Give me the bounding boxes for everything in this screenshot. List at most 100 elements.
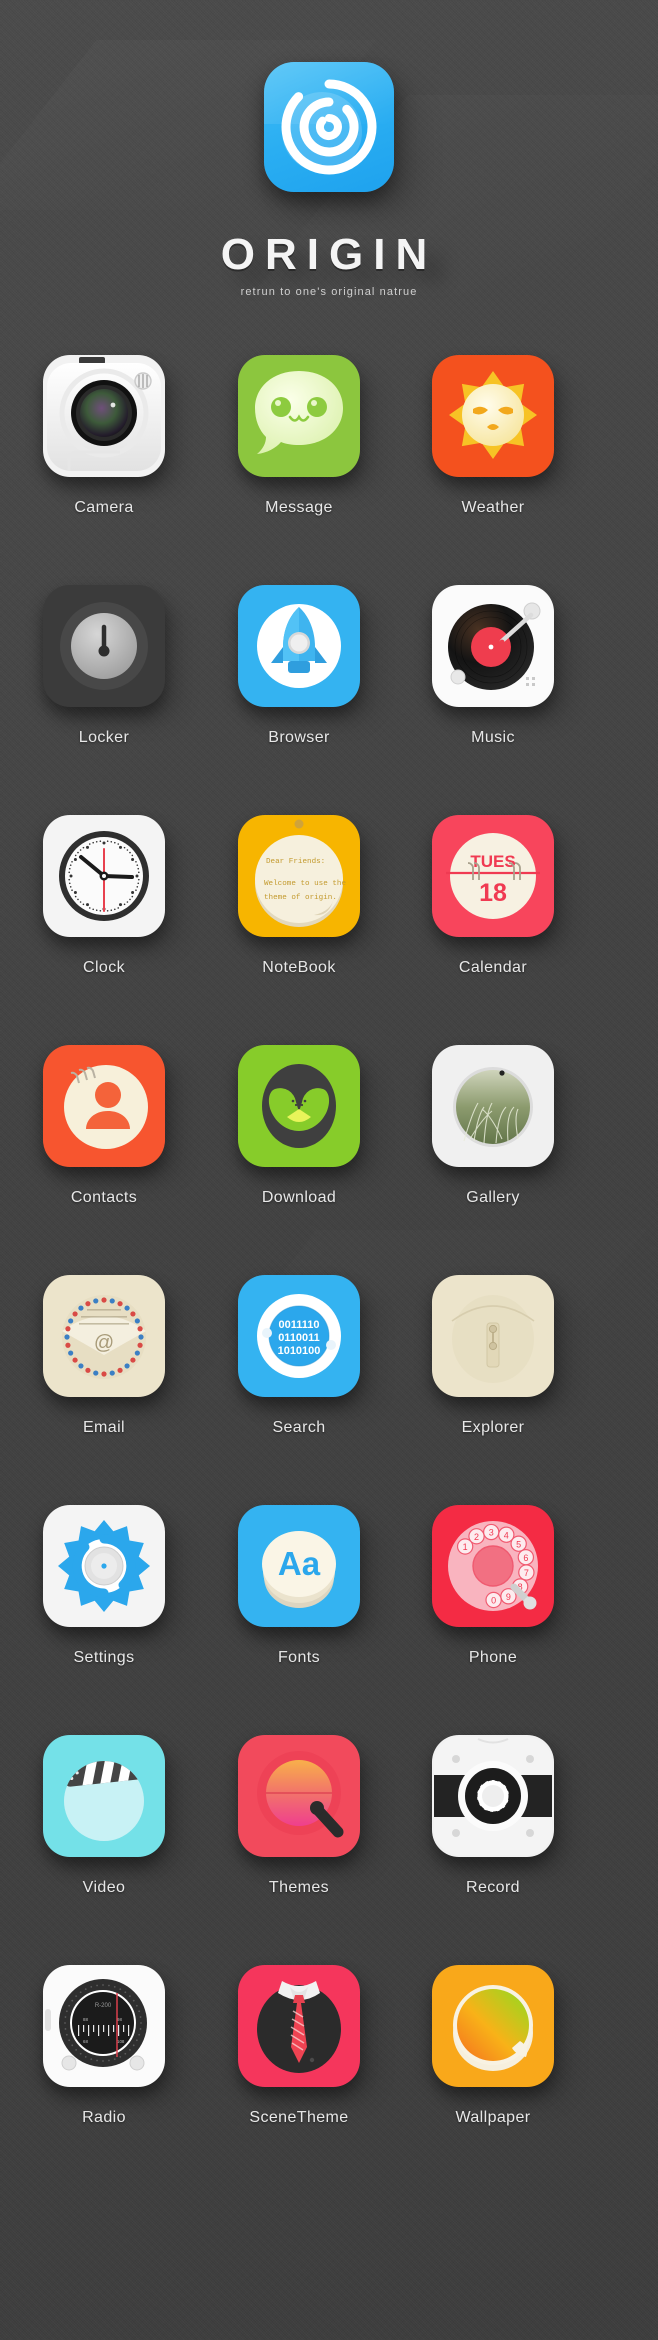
- turntable-icon[interactable]: [432, 585, 554, 707]
- app-label: Record: [466, 1879, 520, 1896]
- fonts-icon[interactable]: Aa: [238, 1505, 360, 1627]
- app-cell: R-200 88 98 68 108 Radio: [14, 1965, 194, 2127]
- app-cell: Locker: [14, 585, 194, 747]
- app-cell: Wallpaper: [403, 1965, 583, 2127]
- svg-text:5: 5: [516, 1539, 521, 1549]
- app-label: SceneTheme: [249, 2109, 349, 2126]
- notebook-icon[interactable]: Dear Friends: Welcome to use the theme o…: [238, 815, 360, 937]
- app-cell: Message: [209, 355, 389, 517]
- airmail-icon[interactable]: @: [43, 1275, 165, 1397]
- svg-text:7: 7: [524, 1568, 529, 1578]
- cassette-icon[interactable]: [432, 1735, 554, 1857]
- app-label: Email: [82, 1419, 125, 1436]
- svg-text:Dear Friends:: Dear Friends:: [266, 858, 325, 866]
- locker-icon[interactable]: [43, 585, 165, 707]
- app-cell: Video: [14, 1735, 194, 1897]
- svg-text:1010100: 1010100: [278, 1345, 321, 1357]
- camera-icon[interactable]: [43, 355, 165, 477]
- app-cell: Download: [209, 1045, 389, 1207]
- app-label: Download: [261, 1189, 337, 1206]
- app-label: Gallery: [466, 1189, 520, 1206]
- wallpaper-icon[interactable]: [432, 1965, 554, 2087]
- svg-text:4: 4: [504, 1530, 509, 1540]
- svg-text:2: 2: [474, 1532, 479, 1542]
- folder-icon[interactable]: [432, 1275, 554, 1397]
- app-cell: 0011110 0110011 1010100 Search: [209, 1275, 389, 1437]
- app-cell: Browser: [209, 585, 389, 747]
- svg-text:Aa: Aa: [278, 1545, 321, 1582]
- calendar-icon[interactable]: TUES 18: [432, 815, 554, 937]
- app-cell: SceneTheme: [209, 1965, 389, 2127]
- search-icon[interactable]: 0011110 0110011 1010100: [238, 1275, 360, 1397]
- app-cell: Themes: [209, 1735, 389, 1897]
- gallery-icon[interactable]: [432, 1045, 554, 1167]
- app-label: Themes: [268, 1879, 330, 1896]
- svg-text:3: 3: [489, 1528, 494, 1538]
- app-label: NoteBook: [262, 959, 336, 976]
- app-label: Browser: [268, 729, 330, 746]
- app-cell: @ Email: [14, 1275, 194, 1437]
- app-label: Search: [272, 1419, 326, 1436]
- app-label: Phone: [468, 1649, 518, 1666]
- app-cell: Explorer: [403, 1275, 583, 1437]
- svg-text:R-200: R-200: [95, 2003, 112, 2009]
- svg-text:theme of origin.: theme of origin.: [264, 894, 337, 902]
- download-icon[interactable]: [238, 1045, 360, 1167]
- app-label: Video: [82, 1879, 126, 1896]
- svg-text:88: 88: [83, 2017, 88, 2022]
- clapperboard-icon[interactable]: [43, 1735, 165, 1857]
- rotary-dial-icon[interactable]: 1 2 3 4 5 6 7 8 9 0: [432, 1505, 554, 1627]
- app-cell: Settings: [14, 1505, 194, 1667]
- app-cell: 1 2 3 4 5 6 7 8 9 0 Phone: [403, 1505, 583, 1667]
- themes-icon[interactable]: [238, 1735, 360, 1857]
- header: ORIGIN retrun to one's original natrue: [0, 0, 658, 330]
- clock-icon[interactable]: [43, 815, 165, 937]
- app-label: Calendar: [458, 959, 528, 976]
- suit-tie-icon[interactable]: [238, 1965, 360, 2087]
- app-label: Clock: [82, 959, 125, 976]
- contacts-icon[interactable]: [43, 1045, 165, 1167]
- svg-text:0110011: 0110011: [278, 1332, 320, 1344]
- app-label: Music: [471, 729, 515, 746]
- svg-text:108: 108: [117, 2039, 125, 2044]
- app-label: Contacts: [70, 1189, 138, 1206]
- svg-text:0011110: 0011110: [278, 1319, 319, 1331]
- app-label: Radio: [82, 2109, 126, 2126]
- app-label: Wallpaper: [455, 2109, 531, 2126]
- app-label: Settings: [73, 1649, 135, 1666]
- origin-spiral-icon[interactable]: [264, 62, 394, 192]
- app-cell: Camera: [14, 355, 194, 517]
- app-cell: Gallery: [403, 1045, 583, 1207]
- app-cell: Music: [403, 585, 583, 747]
- page-title: ORIGIN: [220, 230, 438, 279]
- app-cell: Dear Friends: Welcome to use the theme o…: [209, 815, 389, 977]
- svg-text:TUES: TUES: [470, 852, 515, 871]
- app-label: Weather: [461, 499, 525, 516]
- app-cell: Weather: [403, 355, 583, 517]
- radio-icon[interactable]: R-200 88 98 68 108: [43, 1965, 165, 2087]
- app-label: Camera: [74, 499, 134, 516]
- rocket-icon[interactable]: [238, 585, 360, 707]
- gear-icon[interactable]: [43, 1505, 165, 1627]
- svg-text:Welcome to use the: Welcome to use the: [264, 880, 346, 888]
- svg-text:98: 98: [117, 2017, 122, 2022]
- app-cell: Clock: [14, 815, 194, 977]
- app-cell: Record: [403, 1735, 583, 1897]
- svg-text:@: @: [94, 1332, 114, 1354]
- svg-text:68: 68: [83, 2039, 88, 2044]
- svg-text:0: 0: [491, 1596, 496, 1606]
- app-label: Explorer: [461, 1419, 525, 1436]
- tagline: retrun to one's original natrue: [240, 286, 418, 298]
- svg-text:6: 6: [523, 1553, 528, 1563]
- weather-sun-icon[interactable]: [432, 355, 554, 477]
- app-label: Message: [265, 499, 333, 516]
- svg-text:18: 18: [479, 879, 507, 907]
- app-label: Locker: [78, 729, 130, 746]
- app-cell: Aa Fonts: [209, 1505, 389, 1667]
- message-icon[interactable]: [238, 355, 360, 477]
- app-cell: Contacts: [14, 1045, 194, 1207]
- svg-text:9: 9: [506, 1592, 511, 1602]
- app-cell: TUES 18 Calendar: [403, 815, 583, 977]
- svg-text:1: 1: [463, 1542, 468, 1552]
- app-label: Fonts: [277, 1649, 320, 1666]
